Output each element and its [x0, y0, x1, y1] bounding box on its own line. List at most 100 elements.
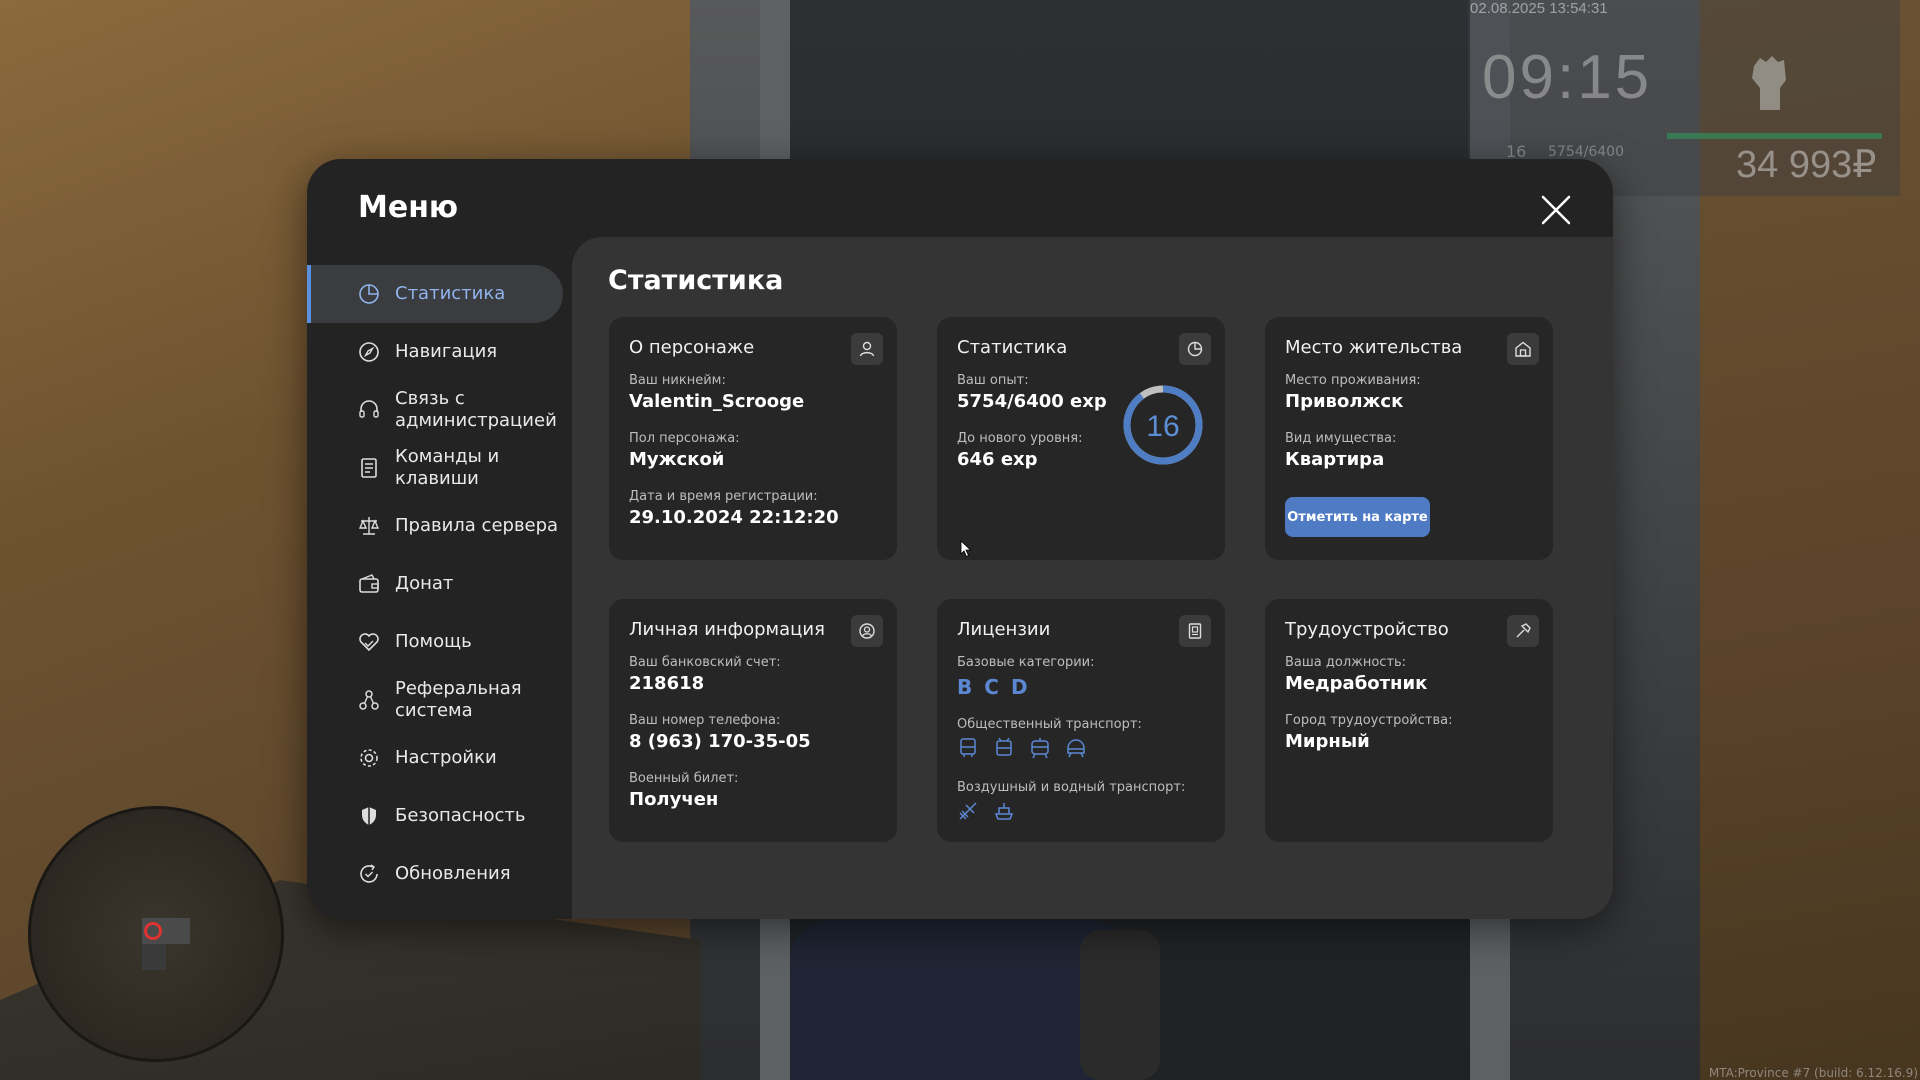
sidebar-item-updates[interactable]: Обновления	[307, 845, 563, 903]
sidebar-item-commands[interactable]: Команды и клавиши	[307, 439, 563, 497]
hud-clock: 09:15	[1482, 43, 1653, 112]
minimap-building-2	[142, 944, 166, 970]
menu-window: Меню Статистика Навигация Связь с админи…	[307, 159, 1613, 919]
sidebar-item-label: Безопасность	[395, 805, 526, 826]
registration-value: 29.10.2024 22:12:20	[629, 507, 839, 528]
mark-on-map-button[interactable]: Отметить на карте	[1285, 497, 1430, 537]
heart-hand-icon	[359, 633, 379, 652]
experience-label: Ваш опыт:	[957, 373, 1029, 388]
sidebar-item-label: Реферальная система	[395, 678, 522, 721]
close-icon[interactable]	[1539, 193, 1573, 227]
tram-icon	[1031, 738, 1049, 759]
card-title: Статистика	[957, 337, 1068, 358]
sidebar-item-label: Статистика	[395, 283, 506, 304]
sidebar-item-label: Навигация	[395, 341, 498, 362]
sidebar-item-navigation[interactable]: Навигация	[307, 323, 563, 381]
registration-label: Дата и время регистрации:	[629, 489, 818, 504]
sidebar-item-settings[interactable]: Настройки	[307, 729, 563, 787]
gear-icon	[360, 749, 378, 767]
job-city-label: Город трудоустройства:	[1285, 713, 1453, 728]
page-title: Статистика	[608, 265, 784, 296]
trolleybus-icon	[996, 737, 1012, 756]
hud-datetime: 02.08.2025 13:54:31	[1470, 0, 1608, 17]
sidebar-item-statistics[interactable]: Статистика	[307, 265, 563, 323]
public-transport-label: Общественный транспорт:	[957, 717, 1142, 732]
hammer-icon	[1507, 615, 1539, 647]
card-title: Лицензии	[957, 619, 1051, 640]
bus-icon	[960, 738, 976, 757]
nickname-value: Valentin_Scrooge	[629, 391, 805, 412]
experience-value: 5754/6400 exp	[957, 391, 1107, 412]
public-transport-icons	[957, 737, 1087, 759]
card-title: Место жительства	[1285, 337, 1463, 358]
sidebar-item-label: Донат	[395, 573, 454, 594]
airplane-icon	[959, 802, 977, 820]
fist-icon	[1752, 56, 1786, 110]
sidebar-item-label: Помощь	[395, 631, 472, 652]
card-licenses: Лицензии Базовые категории: B C D Общест…	[937, 599, 1225, 842]
sidebar-item-referral[interactable]: Реферальная система	[307, 671, 563, 729]
gender-label: Пол персонажа:	[629, 431, 740, 446]
hud-money: 34 993₽	[1736, 144, 1877, 186]
license-category: D	[1010, 675, 1028, 699]
sidebar-item-label: Правила сервера	[395, 515, 559, 536]
ship-icon	[994, 803, 1014, 820]
phone-label: Ваш номер телефона:	[629, 713, 781, 728]
player-character	[790, 920, 1130, 1080]
air-water-transport-label: Воздушный и водный транспорт:	[957, 780, 1186, 795]
document-list-icon	[361, 458, 377, 478]
air-water-transport-icons	[957, 800, 1015, 822]
compass-icon	[359, 342, 379, 362]
card-title: Личная информация	[629, 619, 825, 640]
military-id-label: Военный билет:	[629, 771, 739, 786]
sidebar-item-label: Связь с администрацией	[395, 388, 557, 431]
card-title: О персонаже	[629, 337, 755, 358]
next-level-value: 646 exp	[957, 449, 1038, 470]
mouse-cursor-icon	[960, 540, 972, 558]
sidebar-item-label: Команды и клавиши	[395, 446, 500, 489]
build-version: MTA:Province #7 (build: 6.12.16.9)	[1708, 1066, 1918, 1080]
job-position-label: Ваша должность:	[1285, 655, 1407, 670]
sidebar-item-rules[interactable]: Правила сервера	[307, 497, 563, 555]
player-arm	[1080, 930, 1160, 1080]
headset-icon	[359, 400, 379, 418]
sidebar-item-help[interactable]: Помощь	[307, 613, 563, 671]
card-statistics: Статистика Ваш опыт: 5754/6400 exp До но…	[937, 317, 1225, 560]
pie-chart-icon	[359, 284, 379, 304]
card-title: Трудоустройство	[1285, 619, 1449, 640]
license-categories: B C D	[957, 675, 1028, 699]
player-marker-icon	[144, 922, 162, 940]
level-number: 16	[1146, 410, 1179, 443]
house-icon	[1507, 333, 1539, 365]
residence-place-value: Приволжск	[1285, 391, 1404, 412]
menu-title: Меню	[358, 190, 459, 225]
wallet-icon	[359, 574, 379, 593]
pie-chart-icon	[1179, 333, 1211, 365]
sidebar-item-donate[interactable]: Донат	[307, 555, 563, 613]
next-level-label: До нового уровня:	[957, 431, 1083, 446]
residence-place-label: Место проживания:	[1285, 373, 1421, 388]
license-category: C	[984, 675, 999, 699]
nickname-label: Ваш никнейм:	[629, 373, 726, 388]
gender-value: Мужской	[629, 449, 725, 470]
sidebar-item-security[interactable]: Безопасность	[307, 787, 563, 845]
hud-exp: 5754/6400	[1548, 144, 1624, 160]
refresh-check-icon	[360, 864, 378, 883]
bank-account-value: 218618	[629, 673, 705, 694]
sidebar-item-contact-admin[interactable]: Связь с администрацией	[307, 381, 563, 439]
content-panel: Статистика О персонаже Ваш никнейм: Vale…	[572, 237, 1613, 919]
license-category: B	[957, 675, 973, 699]
card-about-character: О персонаже Ваш никнейм: Valentin_Scroog…	[609, 317, 897, 560]
hud-health-bar	[1667, 133, 1882, 139]
bank-account-label: Ваш банковский счет:	[629, 655, 781, 670]
level-progress-ring: 16	[1123, 385, 1203, 465]
military-id-value: Получен	[629, 789, 719, 810]
sidebar: Статистика Навигация Связь с администрац…	[307, 265, 563, 903]
shield-icon	[362, 807, 376, 825]
sidebar-item-label: Настройки	[395, 747, 497, 768]
sidebar-item-label: Обновления	[395, 863, 511, 884]
property-type-label: Вид имущества:	[1285, 431, 1397, 446]
card-residence: Место жительства Место проживания: Приво…	[1265, 317, 1553, 560]
job-position-value: Медработник	[1285, 673, 1428, 694]
phone-value: 8 (963) 170-35-05	[629, 731, 811, 752]
